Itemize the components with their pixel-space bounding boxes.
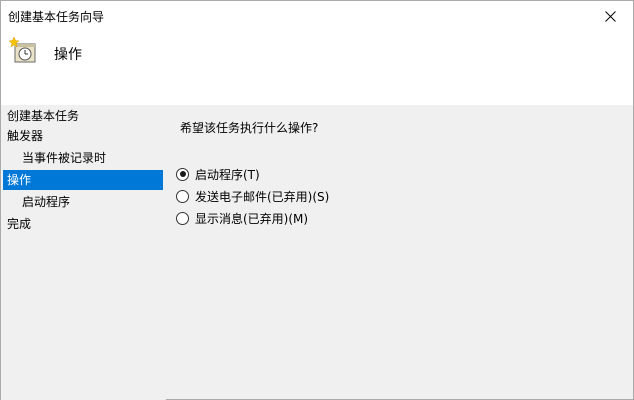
radio-send-email[interactable] (176, 189, 189, 203)
option-label-send-email: 发送电子邮件(已弃用)(S) (195, 189, 330, 204)
option-start-program[interactable]: 启动程序(T) (176, 165, 260, 183)
wizard-window: 创建基本任务向导 操作 创建基本任务 触发器 当事件被记录时 操作 启动程序 完… (0, 0, 634, 400)
window-title: 创建基本任务向导 (8, 10, 105, 24)
option-send-email[interactable]: 发送电子邮件(已弃用)(S) (176, 187, 329, 205)
scheduled-task-clock-icon (9, 36, 36, 63)
wizard-header: 操作 (1, 31, 633, 105)
action-question: 希望该任务执行什么操作? (180, 121, 319, 135)
radio-start-program[interactable] (176, 167, 189, 181)
sidebar-item-action[interactable]: 操作 (3, 170, 163, 190)
sidebar-item-finish[interactable]: 完成 (3, 214, 163, 234)
option-label-start-program: 启动程序(T) (195, 167, 260, 182)
close-button[interactable] (587, 1, 633, 31)
radio-display-message[interactable] (176, 211, 189, 225)
sidebar-item-start-program[interactable]: 启动程序 (3, 192, 163, 212)
sidebar-item-trigger[interactable]: 触发器 (3, 126, 163, 146)
title-bar: 创建基本任务向导 (1, 1, 633, 31)
wizard-content: 希望该任务执行什么操作? 启动程序(T) 发送电子邮件(已弃用)(S) 显示消息… (166, 106, 633, 400)
close-icon (604, 10, 616, 22)
sidebar-item-create-basic-task[interactable]: 创建基本任务 (3, 106, 163, 126)
wizard-steps-sidebar: 创建基本任务 触发器 当事件被记录时 操作 启动程序 完成 (1, 106, 166, 400)
option-display-message[interactable]: 显示消息(已弃用)(M) (176, 209, 308, 227)
sidebar-item-when-event-logged[interactable]: 当事件被记录时 (3, 148, 163, 168)
option-label-display-message: 显示消息(已弃用)(M) (195, 211, 309, 226)
page-title: 操作 (54, 47, 82, 63)
